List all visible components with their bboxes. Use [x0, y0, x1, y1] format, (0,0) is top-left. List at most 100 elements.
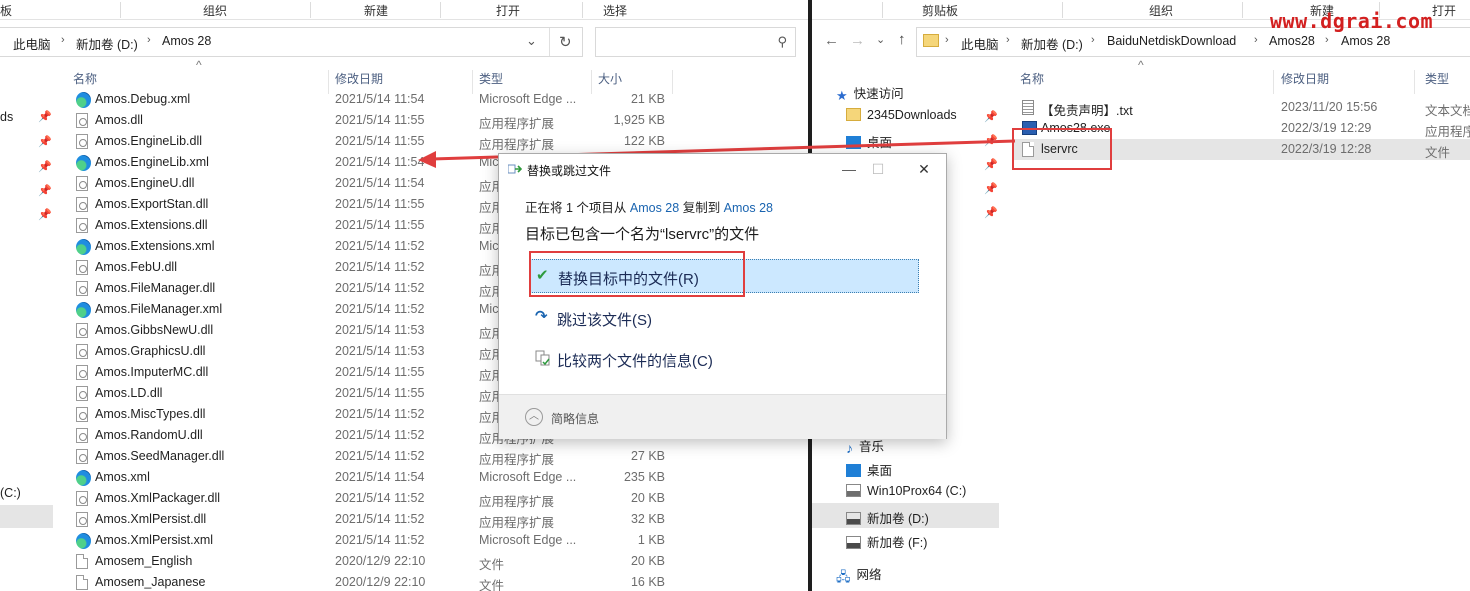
nav-item-drive-c[interactable]: Win10Prox64 (C:)	[846, 484, 966, 498]
nav-item-drive-d[interactable]: 新加卷 (D:)	[846, 508, 929, 527]
column-date[interactable]: 修改日期	[1281, 70, 1329, 87]
pin-icon: 📌	[984, 183, 998, 195]
file-row[interactable]: 【免责声明】.txt 2023/11/20 15:56 文本文档	[812, 97, 1470, 118]
breadcrumb-folder[interactable]: Amos 28	[1341, 34, 1390, 48]
file-date: 2021/5/14 11:52	[335, 239, 425, 253]
recent-locations-icon[interactable]: ⌄	[876, 33, 885, 46]
file-name: Amos.FileManager.xml	[95, 302, 223, 316]
column-size[interactable]: 大小	[598, 70, 622, 87]
file-date: 2023/11/20 15:56	[1281, 100, 1378, 114]
file-type: Microsoft Edge ...	[479, 533, 577, 547]
file-size: 1 KB	[637, 533, 665, 547]
column-name[interactable]: 名称	[73, 70, 97, 87]
dialog-titlebar[interactable]: 替换或跳过文件 — ☐ ✕	[499, 154, 946, 184]
edge-xml-icon	[76, 470, 91, 486]
skip-file-option[interactable]: ↷ 跳过该文件(S)	[529, 301, 919, 335]
file-name: Amosem_Japanese	[95, 575, 206, 589]
file-date: 2021/5/14 11:52	[335, 512, 425, 526]
breadcrumb-drive[interactable]: 新加卷 (D:)	[1021, 34, 1083, 53]
breadcrumb-folder[interactable]: BaiduNetdiskDownload	[1107, 34, 1236, 48]
file-type: 文本文档	[1425, 104, 1470, 118]
dll-file-icon	[76, 113, 88, 128]
forward-arrow-icon[interactable]: →	[850, 32, 865, 49]
breadcrumb-this-pc[interactable]: 此电脑	[961, 34, 999, 53]
breadcrumb-separator-icon: ›	[1325, 34, 1329, 46]
destination-folder-link[interactable]: Amos 28	[724, 201, 773, 215]
dll-file-icon	[76, 218, 88, 233]
column-type[interactable]: 类型	[1425, 70, 1449, 87]
file-name: Amosem_English	[95, 554, 193, 568]
source-folder-link[interactable]: Amos 28	[630, 201, 679, 215]
file-row[interactable]: Amos.Debug.xml 2021/5/14 11:54 Microsoft E…	[0, 89, 808, 110]
file-date: 2021/5/14 11:55	[335, 365, 425, 379]
file-row[interactable]: Amos.SeedManager.dll 2021/5/14 11:52 应用程序扩…	[0, 446, 808, 467]
file-name: 【免责声明】.txt	[1041, 104, 1133, 118]
maximize-button[interactable]: ☐	[863, 158, 893, 180]
sort-ascending-icon: ^	[196, 58, 202, 72]
file-date: 2021/5/14 11:55	[335, 197, 425, 211]
breadcrumb-this-pc[interactable]: 此电脑	[13, 34, 51, 53]
ribbon-label: 剪贴板	[922, 4, 959, 18]
file-type: 应用程序扩展	[479, 117, 555, 131]
breadcrumb-separator-icon: ›	[61, 34, 65, 46]
dll-file-icon	[76, 260, 88, 275]
dll-file-icon	[76, 344, 88, 359]
column-date[interactable]: 修改日期	[335, 70, 383, 87]
file-type: 文件	[479, 558, 505, 572]
compare-files-icon	[535, 350, 551, 366]
file-type: 应用程序扩展	[479, 453, 555, 467]
skip-arrow-icon: ↷	[535, 308, 548, 325]
file-date: 2021/5/14 11:52	[335, 260, 425, 274]
fewer-details-toggle[interactable]: 简略信息	[551, 410, 599, 427]
file-name: Amos.FebU.dll	[95, 260, 177, 274]
minimize-button[interactable]: —	[834, 158, 864, 180]
file-date: 2022/3/19 12:29	[1281, 121, 1372, 135]
column-name[interactable]: 名称	[1020, 70, 1044, 87]
ribbon-label: 打开	[1432, 4, 1457, 18]
dll-file-icon	[76, 386, 88, 401]
chevron-down-icon[interactable]: ⌄	[526, 33, 537, 49]
up-arrow-icon[interactable]: ↑	[898, 31, 906, 48]
file-row[interactable]: Amos.XmlPackager.dll 2021/5/14 11:52 应用程序扩…	[0, 488, 808, 509]
file-row[interactable]: Amos.XmlPersist.xml 2021/5/14 11:52 Micros…	[0, 530, 808, 551]
back-arrow-icon[interactable]: ←	[824, 32, 839, 49]
dll-file-icon	[76, 449, 88, 464]
conflict-heading: 目标已包含一个名为“lservrc”的文件	[525, 226, 760, 243]
refresh-icon[interactable]: ↻	[559, 33, 572, 51]
file-date: 2021/5/14 11:53	[335, 344, 425, 358]
file-date: 2021/5/14 11:53	[335, 323, 425, 337]
compare-files-option[interactable]: 比较两个文件的信息(C)	[529, 342, 919, 376]
file-type: 应用程序	[1425, 125, 1470, 139]
file-row[interactable]: Amos.XmlPersist.dll 2021/5/14 11:52 应用程序扩展…	[0, 509, 808, 530]
file-row[interactable]: Amos.xml 2021/5/14 11:54 Microsoft Edge ..…	[0, 467, 808, 488]
close-button[interactable]: ✕	[909, 158, 939, 180]
file-name: Amos.ExportStan.dll	[95, 197, 209, 211]
search-input[interactable]: ⚲	[595, 27, 796, 57]
drive-icon	[846, 536, 861, 549]
file-row[interactable]: Amosem_Japanese 2020/12/9 22:10 文件 16 KB	[0, 572, 808, 591]
edge-xml-icon	[76, 302, 91, 318]
breadcrumb-folder[interactable]: Amos28	[1269, 34, 1315, 48]
file-row[interactable]: Amos.EngineLib.dll 2021/5/14 11:55 应用程序扩展 1…	[0, 131, 808, 152]
annotation-highlight-box	[1012, 128, 1112, 170]
column-type[interactable]: 类型	[479, 70, 503, 87]
nav-item-drive-f[interactable]: 新加卷 (F:)	[846, 532, 927, 551]
file-type: Mic	[479, 239, 499, 253]
address-bar[interactable]: 此电脑 › 新加卷 (D:) › Amos 28 ⌄ ↻	[0, 27, 583, 57]
search-icon: ⚲	[777, 34, 787, 49]
nav-item-network[interactable]: 🖧 网络	[836, 564, 882, 584]
breadcrumb-folder[interactable]: Amos 28	[162, 34, 211, 48]
file-date: 2021/5/14 11:52	[335, 302, 425, 316]
file-size: 20 KB	[630, 491, 665, 505]
breadcrumb-separator-icon: ›	[1091, 34, 1095, 46]
breadcrumb-drive[interactable]: 新加卷 (D:)	[76, 34, 138, 53]
nav-item-desktop[interactable]: 桌面	[846, 460, 892, 479]
file-date: 2021/5/14 11:52	[335, 281, 425, 295]
chevron-up-icon[interactable]: ︿	[525, 408, 543, 426]
file-name: Amos.EngineU.dll	[95, 176, 195, 190]
file-name: Amos.XmlPersist.dll	[95, 512, 207, 526]
file-date: 2020/12/9 22:10	[335, 575, 426, 589]
file-row[interactable]: Amos28.exe 2022/3/19 12:29 应用程序	[812, 118, 1470, 139]
file-row[interactable]: Amos.dll 2021/5/14 11:55 应用程序扩展 1,925 KB	[0, 110, 808, 131]
file-row[interactable]: Amosem_English 2020/12/9 22:10 文件 20 KB	[0, 551, 808, 572]
